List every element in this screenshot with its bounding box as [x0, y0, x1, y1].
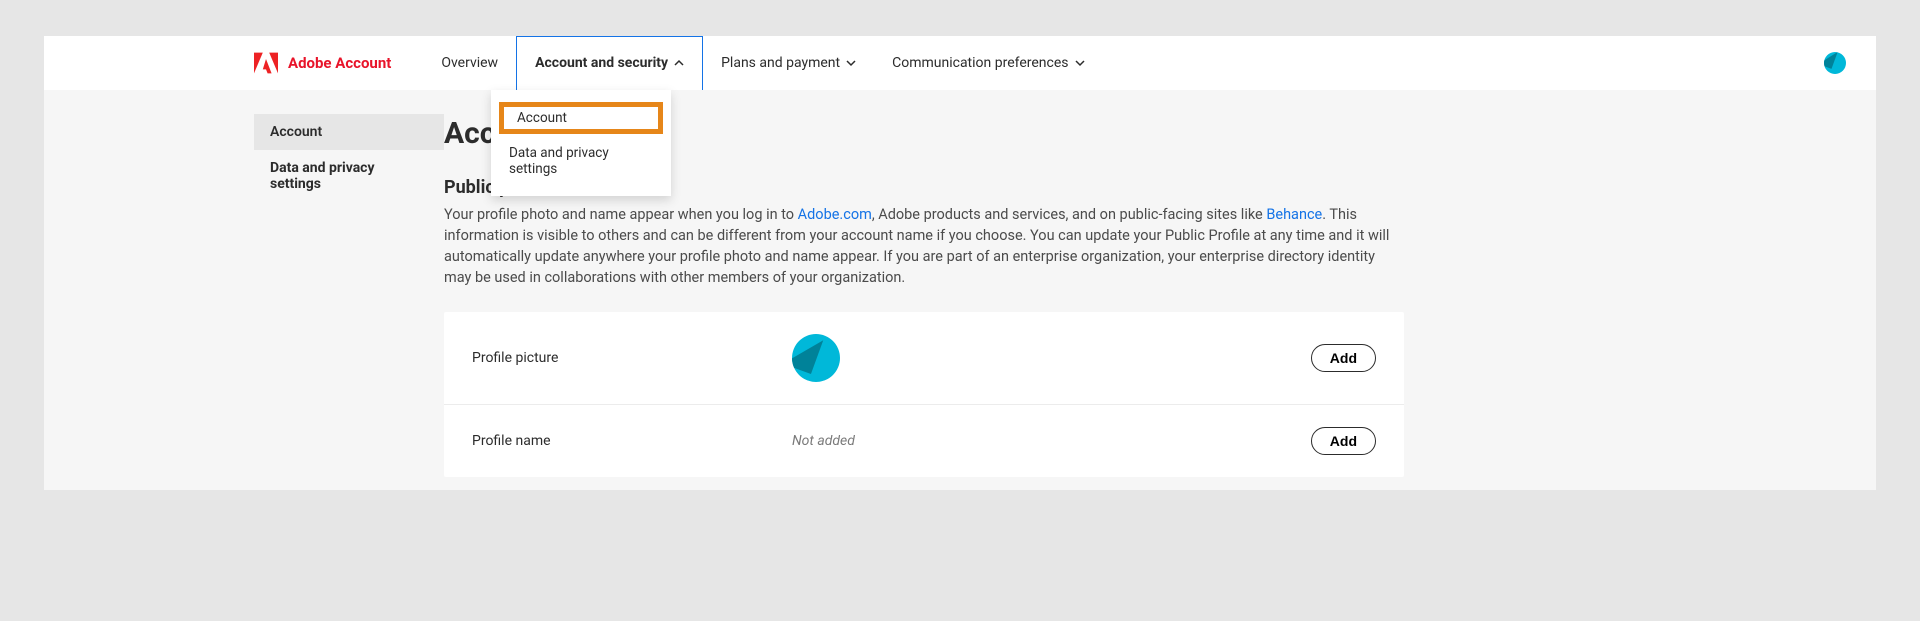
row-label: Profile picture — [472, 350, 792, 366]
sidebar-item-label: Account — [270, 124, 322, 140]
profile-picture-icon — [792, 334, 840, 382]
sidebar-item-account[interactable]: Account — [254, 114, 444, 150]
nav-overview[interactable]: Overview — [423, 36, 516, 90]
brand-title: Adobe Account — [288, 54, 391, 72]
canvas: Adobe Account Overview Account and secur… — [0, 0, 1920, 621]
nav-label: Communication preferences — [892, 55, 1068, 71]
row-action: Add — [1311, 344, 1376, 372]
desc-text: Your profile photo and name appear when … — [444, 206, 798, 223]
nav-plans-payment[interactable]: Plans and payment — [703, 36, 874, 90]
dropdown-label: Data and privacy settings — [509, 145, 609, 177]
row-value: Not added — [792, 433, 1311, 449]
section-description: Your profile photo and name appear when … — [444, 204, 1404, 288]
page-body: Account Data and privacy settings Acc Pu… — [44, 90, 1876, 490]
dropdown-item-privacy[interactable]: Data and privacy settings — [491, 138, 671, 184]
link-behance[interactable]: Behance — [1266, 206, 1322, 223]
nav-label: Account and security — [535, 55, 668, 71]
row-profile-name: Profile name Not added Add — [444, 405, 1404, 477]
sidebar-item-privacy[interactable]: Data and privacy settings — [254, 150, 444, 202]
row-value — [792, 334, 1311, 382]
chevron-down-icon — [846, 58, 856, 68]
sidebar-item-label: Data and privacy settings — [270, 160, 375, 192]
nav-label: Plans and payment — [721, 55, 840, 71]
add-profile-name-button[interactable]: Add — [1311, 427, 1376, 455]
sidebar: Account Data and privacy settings — [254, 114, 444, 490]
brand[interactable]: Adobe Account — [254, 52, 391, 74]
dropdown-label: Account — [517, 110, 567, 126]
add-profile-picture-button[interactable]: Add — [1311, 344, 1376, 372]
adobe-logo-icon — [254, 52, 278, 74]
row-action: Add — [1311, 427, 1376, 455]
nav-communication-prefs[interactable]: Communication preferences — [874, 36, 1102, 90]
chevron-up-icon — [674, 58, 684, 68]
app-window: Adobe Account Overview Account and secur… — [44, 36, 1876, 490]
nav-items: Overview Account and security Plans and … — [423, 36, 1102, 90]
dropdown-item-account[interactable]: Account — [499, 102, 663, 134]
profile-card: Profile picture Add Profile name Not add… — [444, 312, 1404, 477]
nav-label: Overview — [441, 55, 498, 71]
nav-account-security[interactable]: Account and security — [516, 36, 703, 90]
top-nav: Adobe Account Overview Account and secur… — [44, 36, 1876, 90]
chevron-down-icon — [1075, 58, 1085, 68]
link-adobe-com[interactable]: Adobe.com — [798, 206, 872, 223]
desc-text: , Adobe products and services, and on pu… — [872, 206, 1267, 223]
user-avatar[interactable] — [1824, 52, 1846, 74]
row-label: Profile name — [472, 433, 792, 449]
row-profile-picture: Profile picture Add — [444, 312, 1404, 405]
account-security-dropdown: Account Data and privacy settings — [491, 90, 671, 196]
